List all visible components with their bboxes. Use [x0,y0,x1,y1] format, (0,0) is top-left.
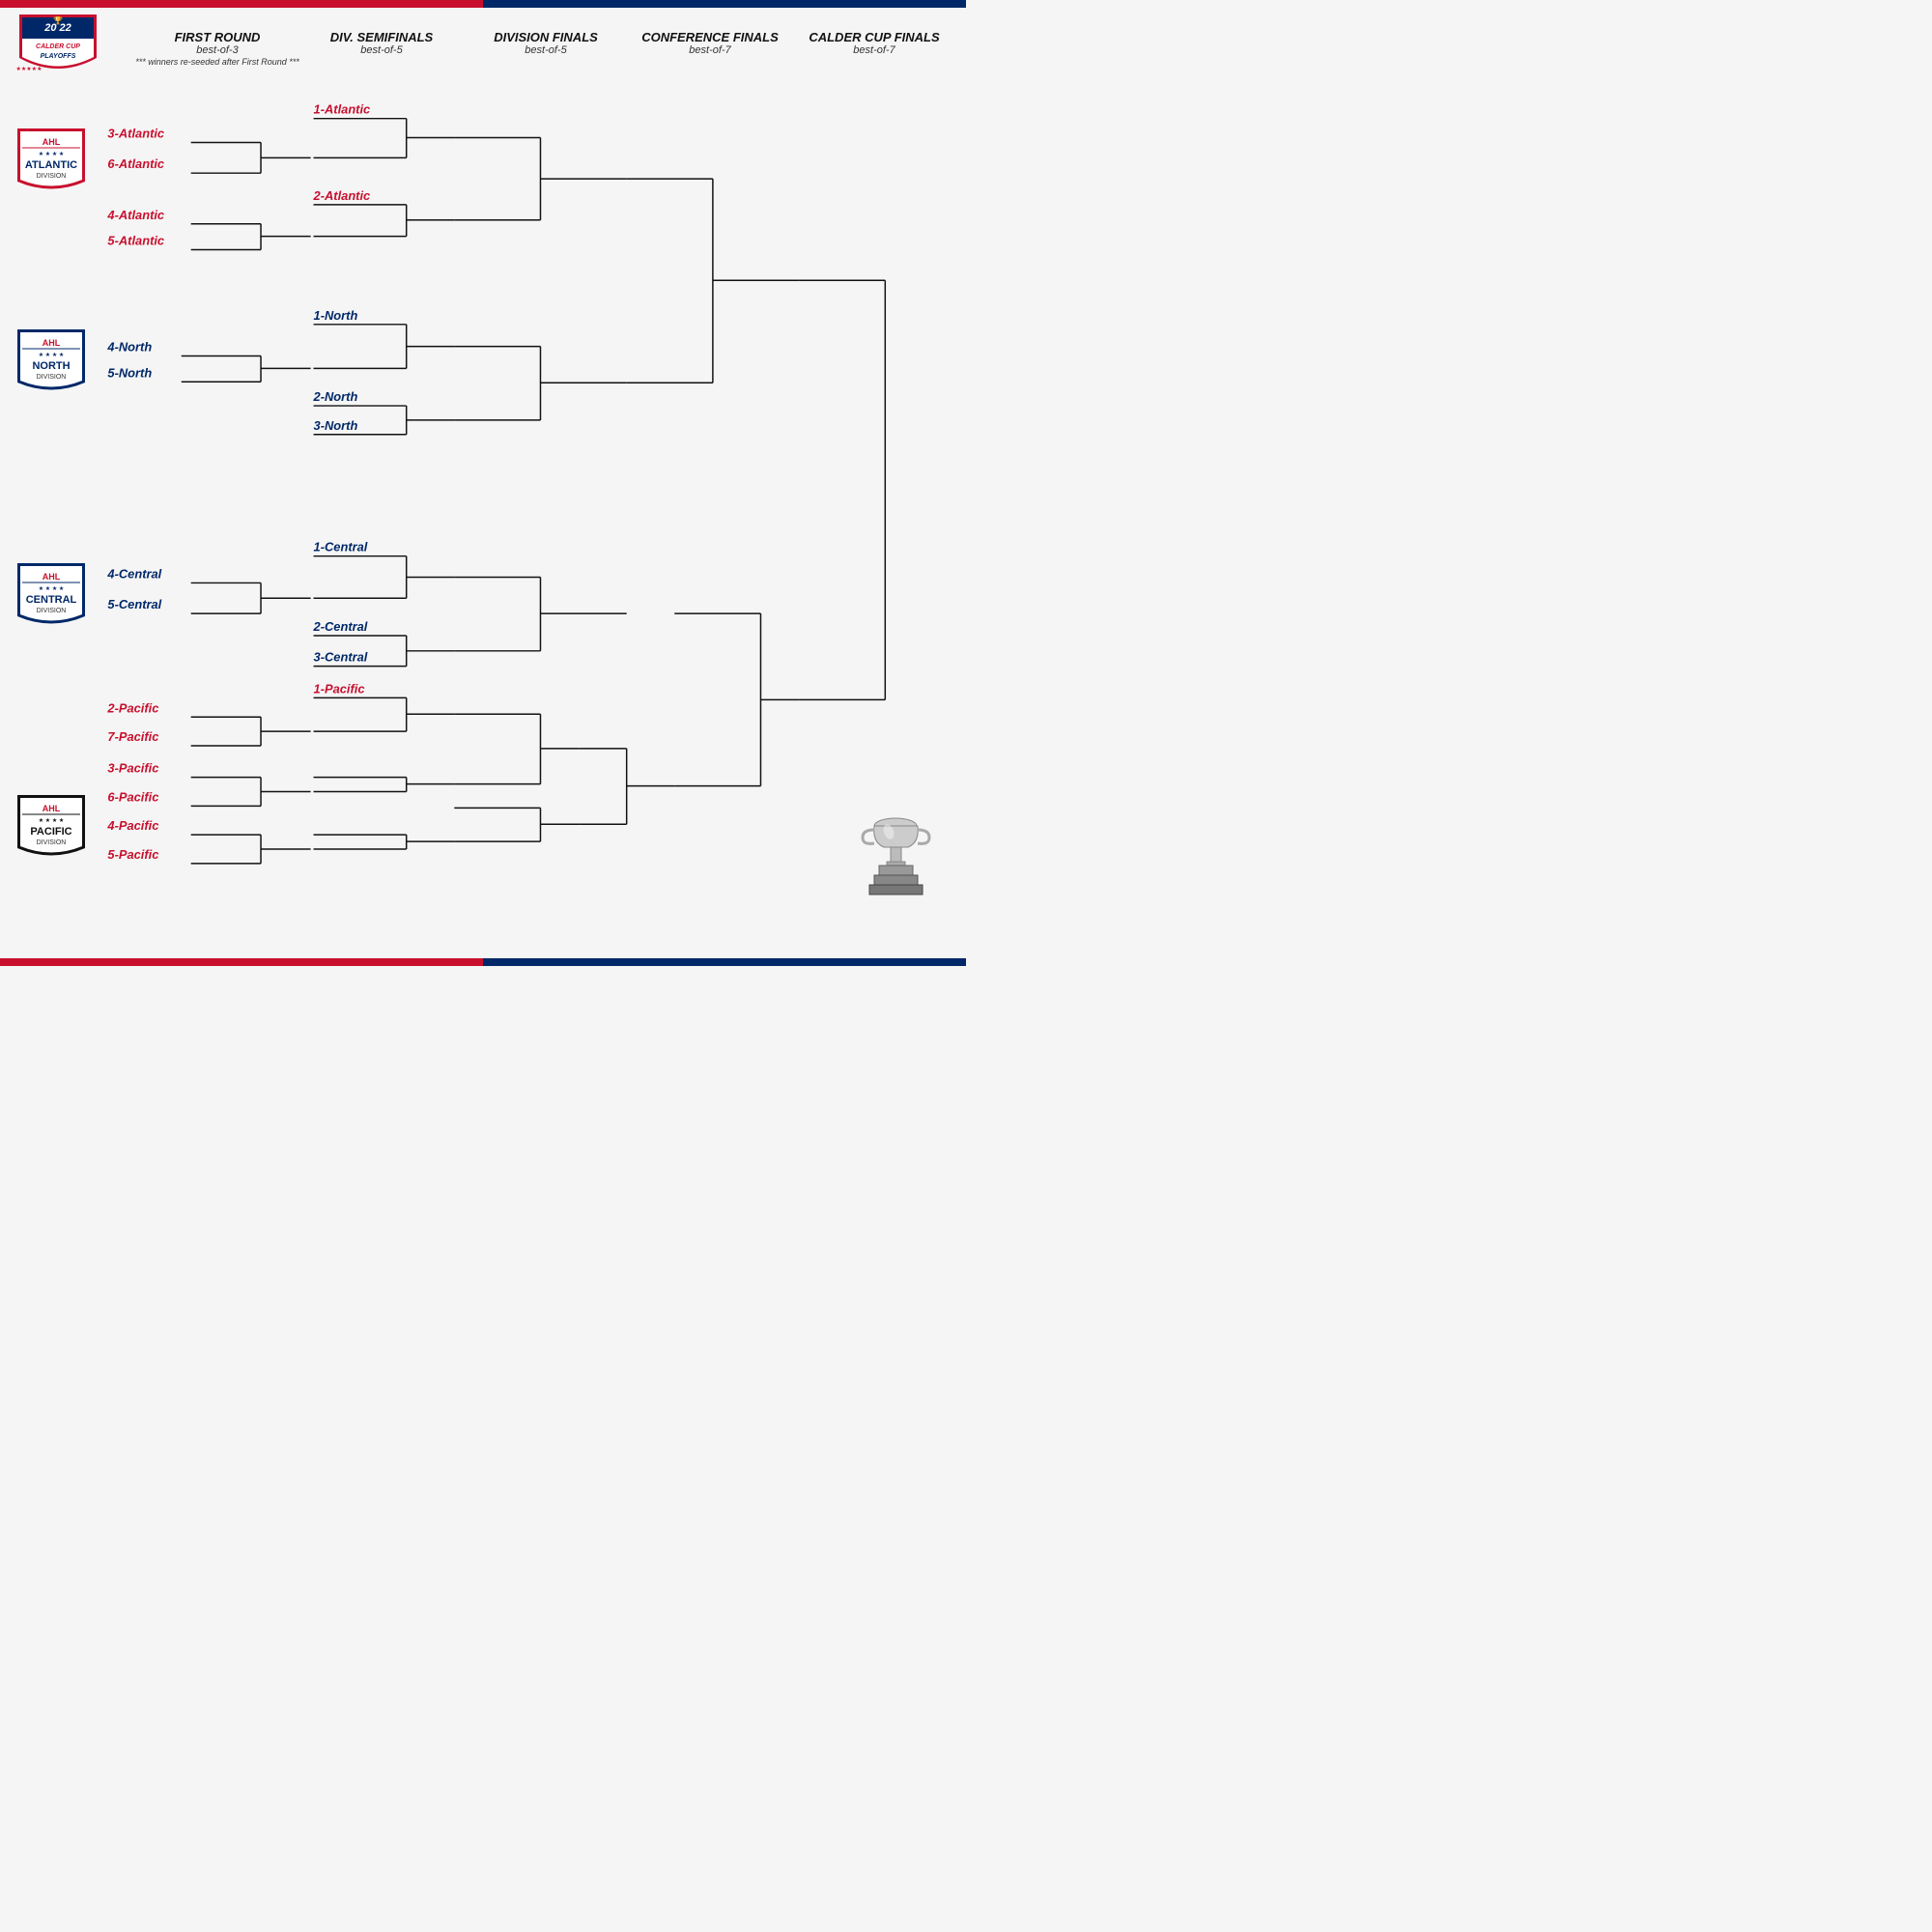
team-1-central: 1-Central [314,540,368,554]
svg-text:★★★★★: ★★★★★ [16,66,43,72]
round-headers: FIRST ROUND best-of-3 *** winners re-see… [116,25,956,69]
team-2-pacific: 2-Pacific [106,700,158,715]
team-6-atlantic: 6-Atlantic [107,156,164,171]
team-4-pacific: 4-Pacific [106,818,158,833]
round-3-title: DIVISION FINALS [464,30,628,45]
team-2-central: 2-Central [313,619,368,634]
team-3-north: 3-North [314,418,358,433]
bracket-svg: 3-Atlantic 6-Atlantic 4-Atlantic 5-Atlan… [0,85,966,958]
round-4-title: CONFERENCE FINALS [628,30,792,45]
team-2-atlantic: 2-Atlantic [313,188,371,203]
logo-area: 20 22 CALDER CUP PLAYOFFS 🏆 ★★★★★ [10,10,116,84]
team-7-pacific: 7-Pacific [107,729,158,744]
svg-text:PLAYOFFS: PLAYOFFS [41,53,76,60]
team-4-atlantic: 4-Atlantic [106,208,164,222]
round-1-title: FIRST ROUND [135,30,299,45]
team-4-central: 4-Central [106,566,161,581]
top-bar [0,0,966,8]
round-header-div-semi: DIV. SEMIFINALS best-of-5 [299,30,464,58]
round-3-format: best-of-5 [464,44,628,57]
team-6-pacific: 6-Pacific [107,789,158,804]
team-3-central: 3-Central [314,650,368,665]
round-header-first: FIRST ROUND best-of-3 *** winners re-see… [135,30,299,69]
team-3-atlantic: 3-Atlantic [107,127,164,141]
round-5-title: CALDER CUP FINALS [792,30,956,45]
round-header-calder-finals: CALDER CUP FINALS best-of-7 [792,30,956,58]
svg-text:CALDER CUP: CALDER CUP [36,43,80,50]
round-2-format: best-of-5 [299,44,464,57]
team-5-atlantic: 5-Atlantic [107,234,164,248]
team-5-north: 5-North [107,365,152,380]
bracket-area: AHL ★ ★ ★ ★ ATLANTIC DIVISION AHL ★ ★ ★ … [0,85,966,958]
round-2-title: DIV. SEMIFINALS [299,30,464,45]
team-3-pacific: 3-Pacific [107,761,158,776]
bottom-bar [0,958,966,966]
round-1-format: best-of-3 [135,44,299,57]
round-header-div-finals: DIVISION FINALS best-of-5 [464,30,628,58]
team-5-pacific: 5-Pacific [107,847,158,862]
round-1-note: *** winners re-seeded after First Round … [135,57,299,68]
round-5-format: best-of-7 [792,44,956,57]
team-4-north: 4-North [106,340,152,355]
team-1-north: 1-North [314,308,358,323]
calder-cup-trophy [855,809,937,900]
team-1-atlantic: 1-Atlantic [314,102,371,117]
team-1-pacific: 1-Pacific [314,681,365,696]
calder-cup-logo: 20 22 CALDER CUP PLAYOFFS 🏆 ★★★★★ [10,10,106,79]
team-5-central: 5-Central [107,597,161,611]
svg-text:🏆: 🏆 [53,15,63,25]
team-2-north: 2-North [313,389,358,404]
header: 20 22 CALDER CUP PLAYOFFS 🏆 ★★★★★ FIRST … [0,8,966,85]
round-header-conf-finals: CONFERENCE FINALS best-of-7 [628,30,792,58]
round-4-format: best-of-7 [628,44,792,57]
